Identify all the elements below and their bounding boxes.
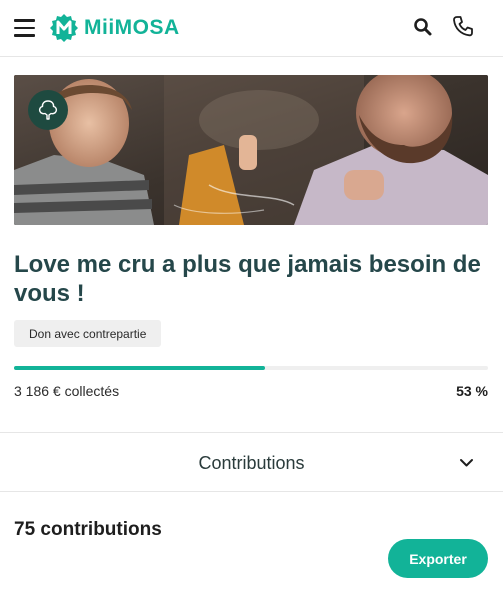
project-hero-image[interactable] bbox=[14, 75, 488, 225]
brand-name: MiiMOSA bbox=[84, 16, 180, 39]
phone-icon[interactable] bbox=[452, 15, 474, 37]
funding-percent: 53 % bbox=[456, 383, 488, 399]
funding-type-tag: Don avec contrepartie bbox=[14, 320, 162, 347]
export-button[interactable]: Exporter bbox=[388, 539, 488, 578]
contributions-count: 75 contributions bbox=[14, 519, 162, 540]
funding-progress-bar bbox=[14, 366, 488, 370]
contributions-accordion[interactable]: Contributions bbox=[0, 432, 503, 492]
chevron-down-icon[interactable] bbox=[459, 457, 474, 469]
project-title: Love me cru a plus que jamais besoin de … bbox=[14, 251, 481, 307]
project-photo bbox=[14, 75, 488, 225]
funding-progress-fill bbox=[14, 366, 266, 370]
search-icon[interactable] bbox=[413, 17, 433, 37]
contributions-section-label: Contributions bbox=[198, 453, 305, 473]
hamburger-menu-icon[interactable] bbox=[14, 19, 35, 37]
brand-logo[interactable]: MiiMOSA bbox=[49, 13, 180, 43]
top-navigation-bar: MiiMOSA bbox=[0, 0, 503, 57]
logo-badge-icon bbox=[50, 14, 78, 42]
tree-icon bbox=[28, 90, 68, 130]
amount-collected: 3 186 € collectés bbox=[14, 383, 120, 399]
